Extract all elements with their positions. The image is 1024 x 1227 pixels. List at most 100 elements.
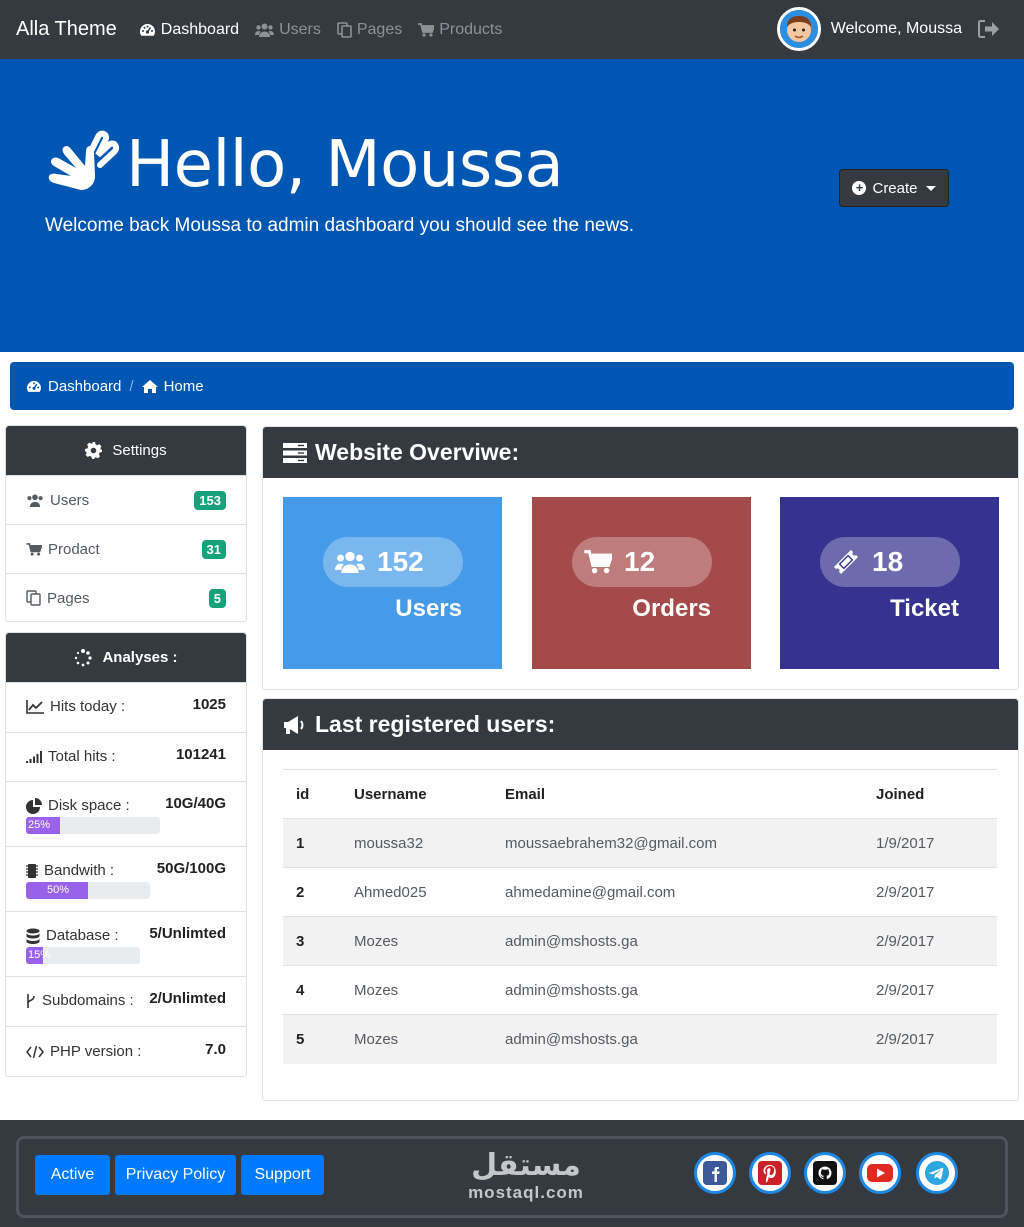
- cell-username: Mozes: [341, 965, 492, 1015]
- breadcrumb-separator: /: [129, 377, 134, 395]
- stat-value: 18: [872, 546, 904, 577]
- facebook-icon: [703, 1161, 727, 1185]
- cell-username: Mozes: [341, 1014, 492, 1064]
- nav-dashboard[interactable]: Dashboard: [139, 21, 239, 39]
- telegram-link[interactable]: [916, 1152, 958, 1194]
- analysis-subdomains: Subdomains : 2/Unlimted: [6, 976, 246, 1026]
- cell-id: 3: [283, 916, 341, 966]
- settings-item-users[interactable]: Users 153: [6, 475, 246, 524]
- analysis-label-text: Disk space :: [48, 797, 130, 814]
- count-badge: 153: [194, 490, 226, 510]
- table-row[interactable]: 3 Mozes admin@mshosts.ga 2/9/2017: [283, 916, 997, 966]
- pie-chart-icon: [26, 797, 42, 814]
- analysis-label-text: Total hits :: [48, 748, 116, 765]
- progress-fill: 25%: [26, 817, 60, 834]
- progress-fill: 15%: [26, 947, 50, 964]
- analysis-label-text: PHP version :: [50, 1043, 142, 1060]
- settings-card: Settings Users 153 Prodact 31 Pages 5: [5, 425, 247, 622]
- settings-item-pages[interactable]: Pages 5: [6, 573, 246, 622]
- nav-users[interactable]: Users: [255, 21, 321, 39]
- count-badge: 5: [208, 588, 226, 608]
- table-row[interactable]: 1 moussa32 moussaebrahem32@gmail.com 1/9…: [283, 818, 997, 868]
- column-header-username[interactable]: Username: [341, 769, 492, 819]
- settings-item-label: Pages: [47, 589, 90, 607]
- cell-id: 5: [283, 1014, 341, 1064]
- github-link[interactable]: [804, 1152, 846, 1194]
- cell-id: 1: [283, 818, 341, 868]
- settings-header: Settings: [6, 426, 246, 475]
- hero-subtitle: Welcome back Moussa to admin dashboard y…: [45, 215, 634, 236]
- active-button[interactable]: Active: [35, 1155, 110, 1195]
- dashboard-icon: [139, 23, 155, 36]
- table-row[interactable]: 5 Mozes admin@mshosts.ga 2/9/2017: [283, 1014, 997, 1064]
- analysis-disk-space: Disk space : 10G/40G 25%: [6, 781, 246, 846]
- cell-email: moussaebrahem32@gmail.com: [492, 818, 863, 868]
- analysis-hits-today: Hits today : 1025: [6, 682, 246, 732]
- column-header-joined[interactable]: Joined: [863, 769, 997, 819]
- analysis-value: 7.0: [205, 1041, 226, 1058]
- brand-name[interactable]: Alla Theme: [16, 18, 117, 41]
- analysis-total-hits: Total hits : 101241: [6, 732, 246, 781]
- cart-icon: [418, 22, 435, 37]
- stat-pill: 12: [572, 537, 712, 587]
- breadcrumb-home-label: Home: [163, 377, 204, 395]
- overview-title: Website Overviwe:: [315, 439, 520, 465]
- analysis-value: 10G/40G: [165, 795, 226, 812]
- table-row[interactable]: 4 Mozes admin@mshosts.ga 2/9/2017: [283, 965, 997, 1015]
- stat-users[interactable]: 152 Users: [283, 497, 502, 669]
- breadcrumb-home[interactable]: Home: [141, 377, 204, 395]
- analysis-value: 2/Unlimted: [149, 990, 226, 1007]
- privacy-policy-button[interactable]: Privacy Policy: [115, 1155, 236, 1195]
- footer-panel: Active Privacy Policy Support مستقل most…: [16, 1136, 1008, 1218]
- breadcrumb-dashboard-label: Dashboard: [48, 377, 122, 395]
- support-button[interactable]: Support: [241, 1155, 324, 1195]
- cell-email: admin@mshosts.ga: [492, 916, 863, 966]
- top-navbar: Alla Theme Dashboard Users Pages Product…: [0, 0, 1024, 59]
- gear-icon: [85, 442, 103, 459]
- analysis-label: Subdomains :: [26, 992, 134, 1009]
- analysis-label: Total hits :: [26, 748, 116, 765]
- column-header-id[interactable]: id: [283, 769, 341, 819]
- users-table-header: Last registered users:: [263, 699, 1018, 750]
- table-row[interactable]: 2 Ahmed025 ahmedamine@gmail.com 2/9/2017: [283, 867, 997, 917]
- users-icon: [255, 23, 275, 37]
- cell-joined: 2/9/2017: [863, 916, 997, 966]
- youtube-link[interactable]: [859, 1152, 901, 1194]
- logout-button[interactable]: [978, 20, 1000, 38]
- nav-products[interactable]: Products: [418, 21, 502, 39]
- code-branch-icon: [27, 993, 35, 1008]
- breadcrumb-dashboard[interactable]: Dashboard: [26, 378, 121, 395]
- stat-ticket[interactable]: 18 Ticket: [780, 497, 999, 669]
- bandwidth-progress: 50%: [26, 882, 150, 899]
- settings-item-product[interactable]: Prodact 31: [6, 524, 246, 573]
- breadcrumb: Dashboard / Home: [10, 362, 1014, 410]
- hero-heading: Hello, Moussa: [126, 128, 564, 202]
- avatar[interactable]: [776, 7, 821, 51]
- facebook-link[interactable]: [694, 1152, 736, 1194]
- users-table-title: Last registered users:: [315, 711, 556, 737]
- table-header-row: id Username Email Joined: [283, 769, 997, 819]
- stat-value: 12: [624, 546, 656, 577]
- analyses-title: Analyses :: [102, 649, 178, 666]
- column-header-email[interactable]: Email: [492, 769, 863, 819]
- pinterest-link[interactable]: [749, 1152, 791, 1194]
- home-icon: [141, 379, 158, 393]
- database-progress: 15%: [26, 947, 140, 964]
- youtube-icon: [867, 1164, 893, 1182]
- signal-icon: [26, 750, 42, 763]
- analysis-label: Disk space :: [26, 797, 130, 814]
- stat-orders[interactable]: 12 Orders: [532, 497, 751, 669]
- analysis-value: 1025: [192, 696, 226, 713]
- bullhorn-icon: [284, 715, 304, 734]
- analyses-card: Analyses : Hits today : 1025 Total hits …: [5, 632, 247, 1077]
- cart-icon: [584, 550, 612, 574]
- create-dropdown-button[interactable]: + Create: [839, 169, 949, 207]
- cart-icon: [26, 542, 42, 556]
- analysis-label-text: Hits today :: [50, 698, 126, 715]
- avatar-face-icon: [779, 10, 818, 48]
- telegram-icon: [925, 1161, 949, 1185]
- nav-pages[interactable]: Pages: [337, 21, 402, 39]
- nav-users-label: Users: [279, 20, 321, 38]
- disk-space-progress: 25%: [26, 817, 160, 834]
- analysis-value: 101241: [175, 746, 226, 763]
